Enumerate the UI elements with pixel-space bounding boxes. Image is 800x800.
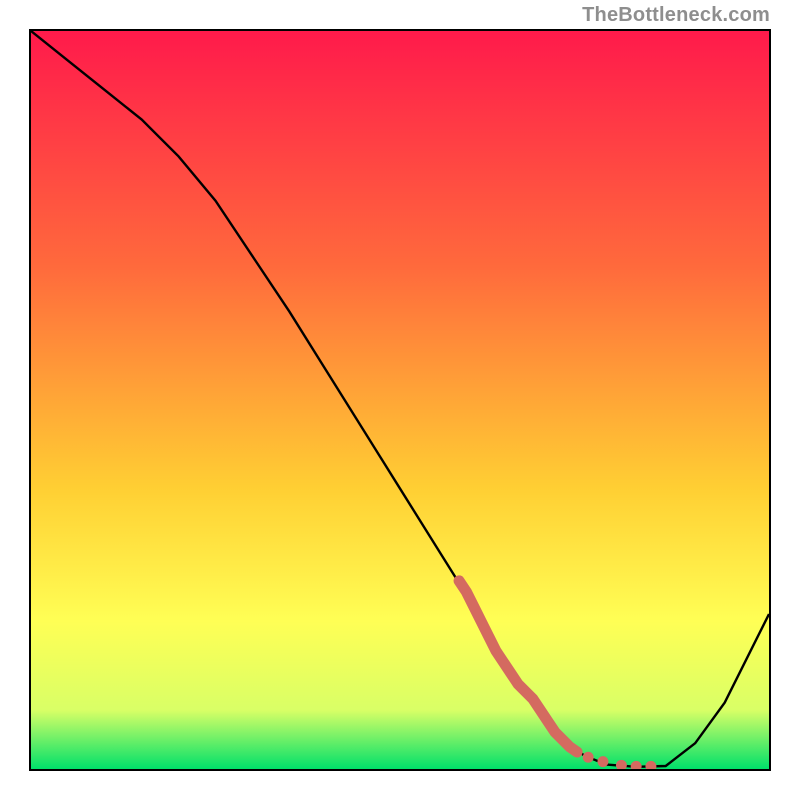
gradient-background [31,31,769,769]
highlight-dot [597,756,608,767]
plot-area [29,29,771,771]
plot-svg [31,31,769,769]
highlight-dot [583,752,594,763]
chart-stage: TheBottleneck.com [0,0,800,800]
watermark-text: TheBottleneck.com [582,4,770,27]
